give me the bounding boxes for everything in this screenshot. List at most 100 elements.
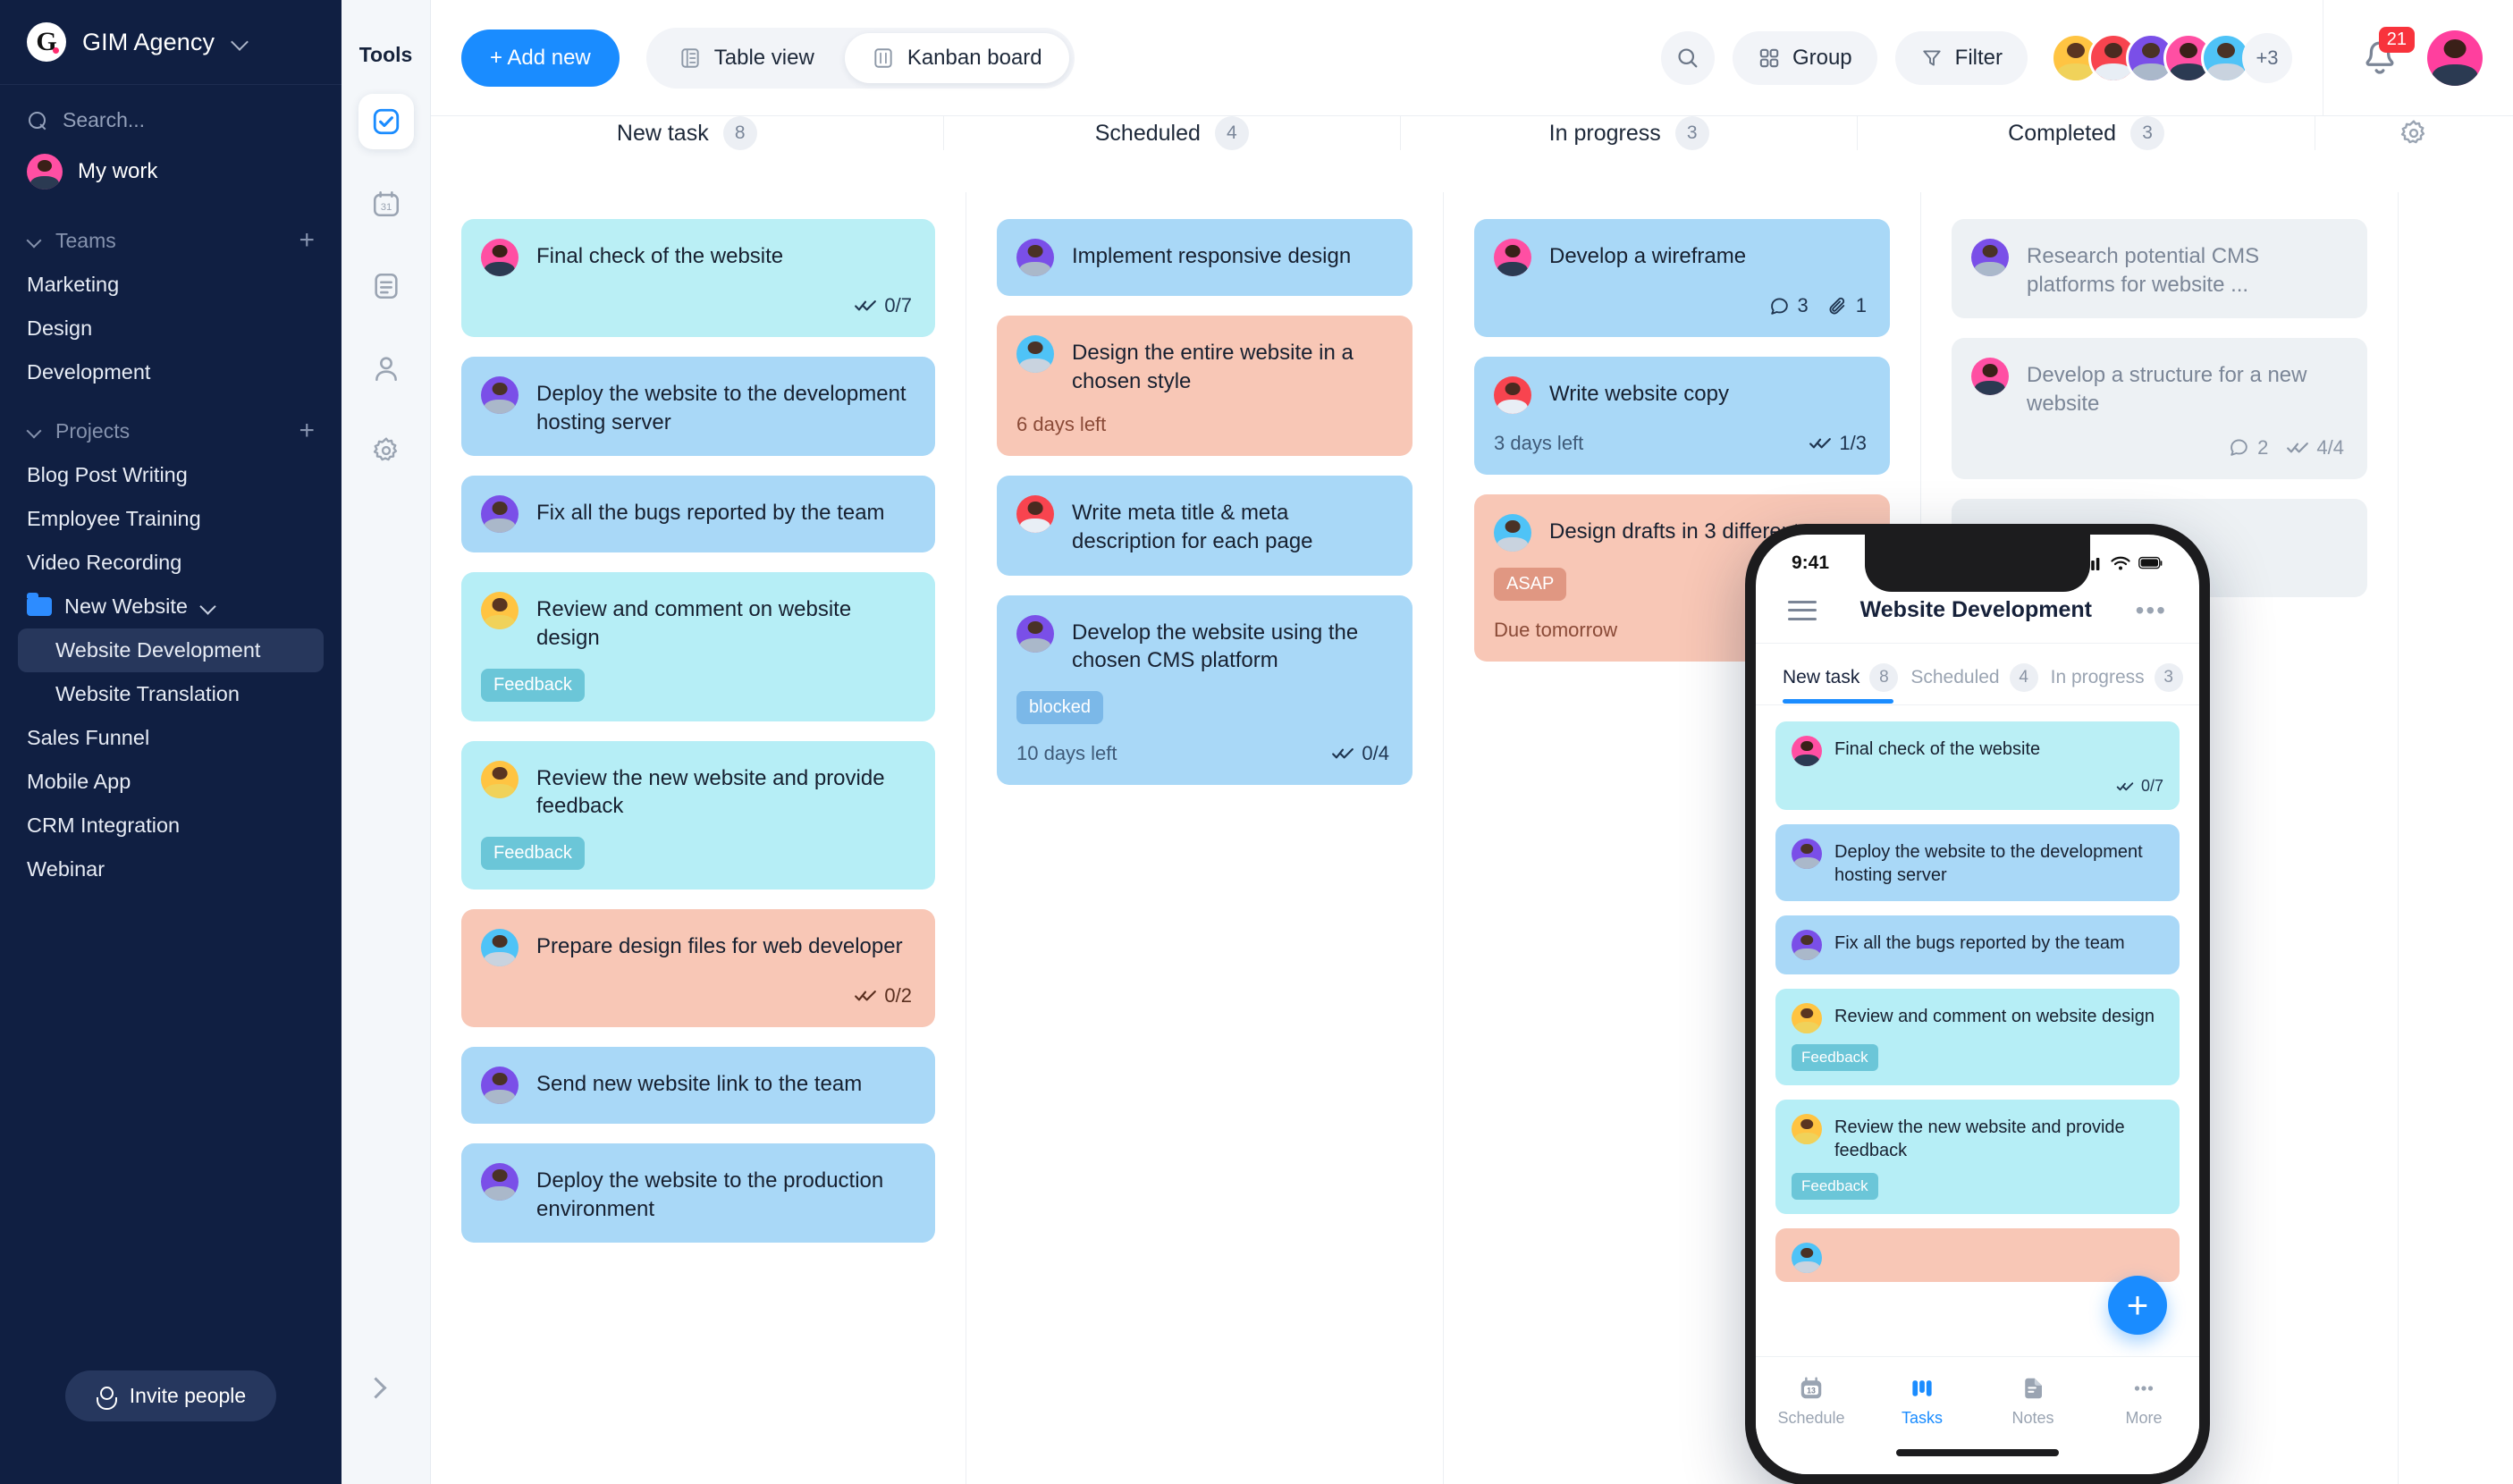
task-card[interactable]: Design the entire website in a chosen st… — [997, 316, 1413, 457]
sidebar-item-website-translation[interactable]: Website Translation — [0, 672, 342, 716]
task-title: Implement responsive design — [1072, 244, 1352, 268]
filter-button[interactable]: Filter — [1894, 30, 2028, 85]
column-new-task: Final check of the website 0/7 Deploy th… — [431, 192, 966, 1484]
sidebar-item-design[interactable]: Design — [0, 307, 342, 350]
workspace-switcher[interactable]: G GIM Agency — [0, 0, 342, 85]
phone-task-title: Review and comment on website design — [1834, 1007, 2155, 1026]
phone-task-card[interactable]: Review the new website and provide feedb… — [1775, 1100, 2180, 1214]
avatar — [481, 239, 519, 276]
invite-people-button[interactable]: Invite people — [64, 1370, 277, 1421]
avatar — [1494, 239, 1531, 276]
task-card[interactable]: Deploy the website to the production env… — [461, 1143, 935, 1244]
sidebar-item-development[interactable]: Development — [0, 350, 342, 394]
task-card[interactable]: Research potential CMS platforms for web… — [1952, 219, 2367, 319]
add-project-button[interactable]: + — [299, 417, 315, 444]
sidebar: G GIM Agency Search... My work Teams + M… — [0, 0, 342, 1484]
sidebar-item-crm-integration[interactable]: CRM Integration — [0, 804, 342, 847]
add-new-button[interactable]: + Add new — [461, 29, 620, 87]
tool-calendar-button[interactable]: 31 — [358, 176, 414, 232]
sidebar-item-sales-funnel[interactable]: Sales Funnel — [0, 716, 342, 760]
phone-task-card[interactable] — [1775, 1228, 2180, 1282]
phone-task-card[interactable]: Fix all the bugs reported by the team — [1775, 915, 2180, 974]
calendar-31-icon: 31 — [373, 190, 399, 217]
task-card[interactable]: Review and comment on website design Fee… — [461, 572, 935, 721]
avatar — [481, 760, 519, 798]
user-avatar[interactable] — [2427, 30, 2483, 86]
tool-tasks-button[interactable] — [358, 94, 414, 149]
sidebar-item-my-work[interactable]: My work — [0, 139, 342, 204]
add-team-button[interactable]: + — [299, 227, 315, 254]
tab-kanban-board[interactable]: Kanban board — [844, 32, 1069, 83]
phone-nav-more[interactable]: More — [2088, 1375, 2199, 1428]
phone-tab-in-progress[interactable]: In progress 3 — [2051, 663, 2183, 692]
task-card[interactable]: Final check of the website 0/7 — [461, 219, 935, 337]
phone-home-indicator — [1896, 1449, 2059, 1456]
add-task-fab[interactable]: + — [2108, 1276, 2167, 1335]
phone-tab-new-task[interactable]: New task 8 — [1783, 663, 1899, 692]
task-card[interactable]: Send new website link to the team — [461, 1047, 935, 1125]
task-card[interactable]: Develop the website using the chosen CMS… — [997, 594, 1413, 786]
task-card[interactable]: Write meta title & meta description for … — [997, 476, 1413, 576]
phone-nav-tasks[interactable]: Tasks — [1867, 1375, 1978, 1428]
check-square-icon — [373, 108, 399, 135]
sidebar-item-video-recording[interactable]: Video Recording — [0, 541, 342, 585]
sidebar-folder-new-website[interactable]: New Website — [0, 585, 342, 628]
task-card[interactable]: Fix all the bugs reported by the team — [461, 476, 935, 553]
task-title: Prepare design files for web developer — [536, 934, 903, 959]
notifications-button[interactable]: 21 — [2359, 26, 2415, 79]
tab-table-view[interactable]: Table view — [652, 33, 841, 83]
board-settings-button[interactable] — [2315, 116, 2513, 150]
phone-task-card[interactable]: Review and comment on website design Fee… — [1775, 989, 2180, 1085]
task-tag: ASAP — [1494, 568, 1567, 601]
sidebar-item-website-development[interactable]: Website Development — [18, 628, 324, 672]
phone-tab-scheduled[interactable]: Scheduled 4 — [1910, 663, 2038, 692]
phone-task-card[interactable]: Deploy the website to the development ho… — [1775, 824, 2180, 901]
task-card[interactable]: Implement responsive design — [997, 219, 1413, 296]
column-header-completed[interactable]: Completed 3 — [1858, 116, 2315, 150]
avatar — [1792, 930, 1822, 960]
sidebar-item-blog-post-writing[interactable]: Blog Post Writing — [0, 453, 342, 497]
column-header-in-progress[interactable]: In progress 3 — [1401, 116, 1859, 150]
column-header-scheduled[interactable]: Scheduled 4 — [944, 116, 1402, 150]
tools-rail: Tools 31 — [342, 0, 431, 1484]
group-button[interactable]: Group — [1732, 30, 1877, 85]
sidebar-item-marketing[interactable]: Marketing — [0, 263, 342, 307]
phone-task-card[interactable]: Final check of the website 0/7 — [1775, 721, 2180, 810]
board-search-button[interactable] — [1660, 30, 1715, 85]
task-card[interactable]: Develop a wireframe 3 1 — [1474, 219, 1890, 337]
hamburger-icon[interactable] — [1788, 600, 1817, 620]
task-card[interactable]: Review the new website and provide feedb… — [461, 740, 935, 890]
sidebar-section-teams[interactable]: Teams + — [0, 204, 342, 263]
search-input-placeholder[interactable]: Search... — [63, 108, 145, 132]
sidebar-item-employee-training[interactable]: Employee Training — [0, 497, 342, 541]
sidebar-item-mobile-app[interactable]: Mobile App — [0, 760, 342, 804]
column-title: Scheduled — [1094, 120, 1201, 146]
sidebar-search[interactable]: Search... — [0, 85, 342, 139]
task-tag: Feedback — [481, 668, 585, 702]
more-dots-icon[interactable]: ••• — [2136, 597, 2167, 623]
tool-people-button[interactable] — [358, 341, 414, 396]
task-card[interactable]: Develop a structure for a new website 2 … — [1952, 338, 2367, 479]
tool-settings-button[interactable] — [358, 423, 414, 478]
task-card[interactable]: Deploy the website to the development ho… — [461, 357, 935, 457]
checklist-icon — [2287, 442, 2309, 453]
comment-icon — [2230, 439, 2247, 456]
task-card[interactable]: Write website copy 3 days left 1/3 — [1474, 357, 1890, 475]
task-card[interactable]: Prepare design files for web developer 0… — [461, 909, 935, 1028]
task-title: Develop a wireframe — [1549, 244, 1747, 268]
chevron-down-icon — [200, 598, 218, 616]
members-overflow-count[interactable]: +3 — [2242, 32, 2292, 83]
tool-notes-button[interactable] — [358, 258, 414, 314]
phone-nav-notes[interactable]: Notes — [1978, 1375, 2088, 1428]
avatar — [1792, 1003, 1822, 1033]
collapse-sidebar-button[interactable] — [356, 1368, 395, 1407]
battery-icon — [2138, 556, 2163, 569]
task-checklist-count: 0/2 — [884, 984, 912, 1008]
column-header-new-task[interactable]: New task 8 — [431, 116, 944, 150]
sidebar-section-projects[interactable]: Projects + — [0, 394, 342, 453]
sidebar-item-webinar[interactable]: Webinar — [0, 847, 342, 891]
avatar — [1016, 495, 1054, 534]
phone-nav-schedule[interactable]: 13 Schedule — [1756, 1375, 1867, 1428]
phone-task-title: Fix all the bugs reported by the team — [1834, 933, 2125, 953]
filter-button-label: Filter — [1954, 45, 2003, 70]
